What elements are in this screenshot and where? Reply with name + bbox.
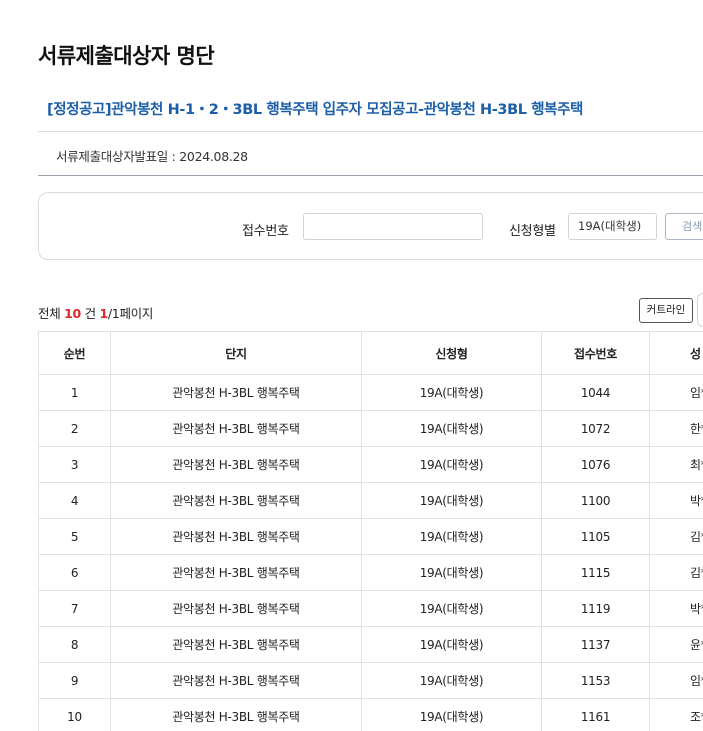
cell-type: 19A(대학생) [361, 662, 542, 699]
cell-name: 임* [649, 374, 703, 411]
cell-receipt: 1137 [541, 626, 650, 663]
page-title: 서류제출대상자 명단 [38, 44, 215, 68]
cell-receipt: 1119 [541, 590, 650, 627]
cell-type: 19A(대학생) [361, 590, 542, 627]
header-divider [38, 175, 703, 176]
cutline-button[interactable]: 커트라인 [639, 298, 693, 323]
cell-complex: 관악봉천 H-3BL 행복주택 [110, 518, 362, 555]
table-row: 1 관악봉천 H-3BL 행복주택 19A(대학생) 1044 임* [38, 374, 703, 411]
cell-complex: 관악봉천 H-3BL 행복주택 [110, 446, 362, 483]
cell-type: 19A(대학생) [361, 518, 542, 555]
table-row: 8 관악봉천 H-3BL 행복주택 19A(대학생) 1137 윤* [38, 626, 703, 663]
cell-no: 10 [38, 698, 111, 731]
column-header-receipt: 접수번호 [541, 331, 650, 375]
cell-complex: 관악봉천 H-3BL 행복주택 [110, 482, 362, 519]
table-row: 5 관악봉천 H-3BL 행복주택 19A(대학생) 1105 김* [38, 518, 703, 555]
cell-no: 3 [38, 446, 111, 483]
cell-no: 1 [38, 374, 111, 411]
cell-type: 19A(대학생) [361, 626, 542, 663]
application-type-select[interactable]: 19A(대학생) [568, 213, 657, 240]
cell-complex: 관악봉천 H-3BL 행복주택 [110, 554, 362, 591]
cell-name: 윤* [649, 626, 703, 663]
result-table-wrapper: 순번 단지 신청형 접수번호 성 1 관악봉천 H-3BL 행복주택 19A(대… [38, 331, 703, 731]
summary-count: 10 [64, 306, 81, 321]
cell-name: 김* [649, 518, 703, 555]
cell-receipt: 1161 [541, 698, 650, 731]
cell-no: 4 [38, 482, 111, 519]
cell-type: 19A(대학생) [361, 554, 542, 591]
cell-type: 19A(대학생) [361, 446, 542, 483]
column-header-no: 순번 [38, 331, 111, 375]
column-header-name: 성 [649, 331, 703, 375]
cell-receipt: 1153 [541, 662, 650, 699]
receipt-number-input[interactable] [303, 213, 483, 240]
cell-receipt: 1076 [541, 446, 650, 483]
cell-receipt: 1072 [541, 410, 650, 447]
column-header-type: 신청형 [361, 331, 542, 375]
result-table: 순번 단지 신청형 접수번호 성 1 관악봉천 H-3BL 행복주택 19A(대… [38, 331, 703, 731]
cell-no: 6 [38, 554, 111, 591]
column-header-complex: 단지 [110, 331, 362, 375]
cell-type: 19A(대학생) [361, 410, 542, 447]
cell-name: 조* [649, 698, 703, 731]
cell-no: 8 [38, 626, 111, 663]
table-row: 9 관악봉천 H-3BL 행복주택 19A(대학생) 1153 임* [38, 662, 703, 699]
cell-type: 19A(대학생) [361, 482, 542, 519]
table-row: 7 관악봉천 H-3BL 행복주택 19A(대학생) 1119 박* [38, 590, 703, 627]
summary-unit: 건 [84, 306, 97, 321]
cell-receipt: 1105 [541, 518, 650, 555]
cell-name: 한* [649, 410, 703, 447]
search-button[interactable]: 검색 [665, 213, 703, 240]
notice-divider [38, 131, 703, 132]
cell-name: 임* [649, 662, 703, 699]
announce-date: 서류제출대상자발표일 : 2024.08.28 [56, 149, 248, 164]
cell-no: 7 [38, 590, 111, 627]
cell-receipt: 1100 [541, 482, 650, 519]
summary-page-total: /1페이지 [107, 306, 154, 321]
cell-complex: 관악봉천 H-3BL 행복주택 [110, 410, 362, 447]
cell-no: 2 [38, 410, 111, 447]
cell-receipt: 1044 [541, 374, 650, 411]
cell-name: 최* [649, 446, 703, 483]
download-button[interactable] [697, 293, 703, 327]
table-row: 2 관악봉천 H-3BL 행복주택 19A(대학생) 1072 한* [38, 410, 703, 447]
page: 서류제출대상자 명단 [정정공고]관악봉천 H-1・2・3BL 행복주택 입주자… [0, 0, 703, 731]
table-row: 10 관악봉천 H-3BL 행복주택 19A(대학생) 1161 조* [38, 698, 703, 731]
cell-type: 19A(대학생) [361, 374, 542, 411]
cell-name: 박* [649, 482, 703, 519]
cell-complex: 관악봉천 H-3BL 행복주택 [110, 698, 362, 731]
cell-complex: 관악봉천 H-3BL 행복주택 [110, 590, 362, 627]
application-type-label: 신청형별 [509, 224, 556, 239]
notice-title-link[interactable]: [정정공고]관악봉천 H-1・2・3BL 행복주택 입주자 모집공고-관악봉천 … [47, 98, 583, 119]
cell-no: 9 [38, 662, 111, 699]
cell-no: 5 [38, 518, 111, 555]
table-row: 3 관악봉천 H-3BL 행복주택 19A(대학생) 1076 최* [38, 446, 703, 483]
result-summary: 전체 10 건 1/1페이지 [38, 303, 153, 322]
cell-receipt: 1115 [541, 554, 650, 591]
cell-name: 김* [649, 554, 703, 591]
receipt-number-label: 접수번호 [242, 224, 289, 239]
cell-complex: 관악봉천 H-3BL 행복주택 [110, 626, 362, 663]
cell-complex: 관악봉천 H-3BL 행복주택 [110, 374, 362, 411]
summary-page-current: 1 [99, 306, 108, 321]
table-row: 4 관악봉천 H-3BL 행복주택 19A(대학생) 1100 박* [38, 482, 703, 519]
cell-name: 박* [649, 590, 703, 627]
table-row: 6 관악봉천 H-3BL 행복주택 19A(대학생) 1115 김* [38, 554, 703, 591]
cell-type: 19A(대학생) [361, 698, 542, 731]
summary-prefix: 전체 [38, 306, 61, 321]
cell-complex: 관악봉천 H-3BL 행복주택 [110, 662, 362, 699]
table-header-row: 순번 단지 신청형 접수번호 성 [38, 331, 703, 375]
